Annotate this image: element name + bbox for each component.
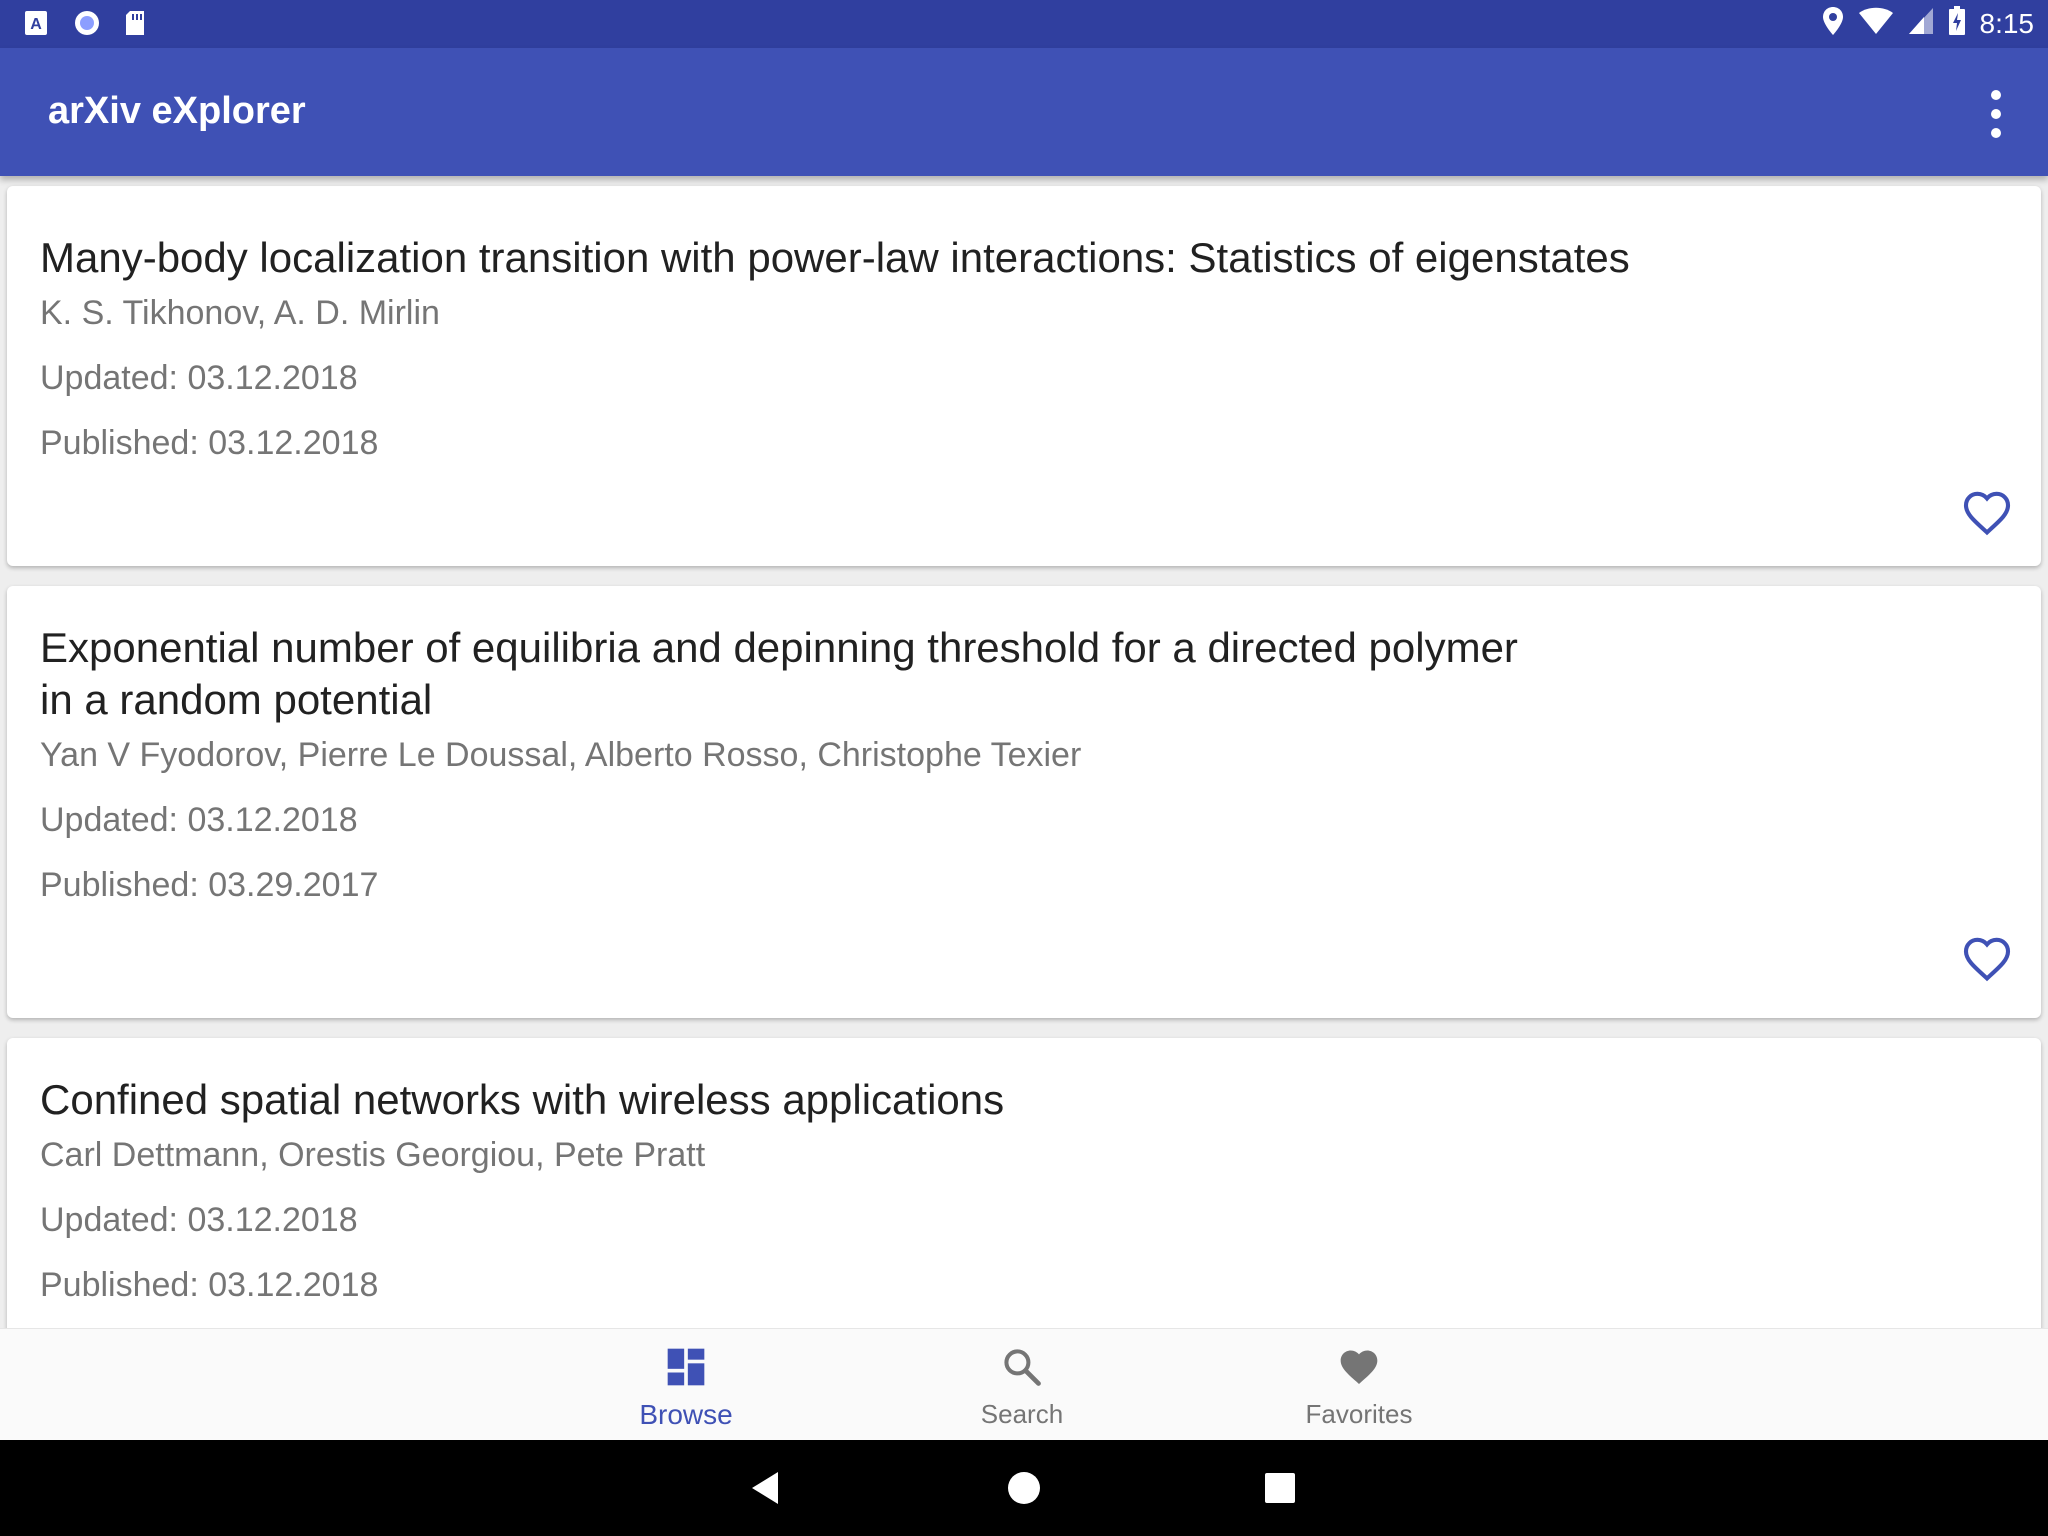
nav-favorites[interactable]: Favorites	[1249, 1329, 1469, 1441]
paper-title: Exponential number of equilibria and dep…	[40, 622, 1740, 726]
paper-card[interactable]: Exponential number of equilibria and dep…	[7, 586, 2041, 1018]
heart-outline-icon	[1963, 491, 2011, 536]
back-icon	[752, 1472, 778, 1504]
screen: A 8:15 arXiv eXplorer Many-body localiza…	[0, 0, 2048, 1536]
status-time: 8:15	[1979, 7, 2035, 39]
paper-authors: K. S. Tikhonov, A. D. Mirlin	[40, 294, 440, 332]
paper-title-line: Exponential number of equilibria and dep…	[40, 624, 1518, 671]
sd-card-icon	[124, 10, 148, 36]
status-left-icons: A	[24, 10, 148, 36]
location-icon	[1822, 6, 1844, 41]
paper-updated: Updated: 03.12.2018	[40, 801, 358, 839]
nav-search-label: Search	[980, 1399, 1064, 1429]
paper-updated: Updated: 03.12.2018	[40, 359, 358, 397]
paper-published: Published: 03.12.2018	[40, 424, 379, 462]
nav-browse-label: Browse	[639, 1399, 733, 1430]
heart-filled-icon	[1340, 1350, 1378, 1385]
paper-published: Published: 03.29.2017	[40, 866, 379, 904]
favorite-button[interactable]	[1961, 934, 2013, 986]
system-navigation-bar	[0, 1440, 2048, 1536]
back-button[interactable]	[744, 1464, 792, 1512]
overflow-dot	[1991, 90, 2001, 100]
heart-outline-icon	[1963, 937, 2011, 982]
nav-favorites-label: Favorites	[1305, 1399, 1413, 1429]
status-right-icons: 8:15	[1822, 6, 2035, 41]
paper-title: Many-body localization transition with p…	[40, 234, 1630, 281]
paper-list[interactable]: Many-body localization transition with p…	[0, 176, 2048, 1328]
svg-text:A: A	[30, 16, 42, 33]
signal-icon	[1908, 7, 1934, 40]
a-notification-icon: A	[24, 10, 48, 36]
bottom-navigation: Browse Search Favorites	[0, 1328, 2048, 1441]
home-icon	[1008, 1472, 1040, 1504]
paper-title-line: in a random potential	[40, 676, 433, 723]
battery-icon	[1948, 6, 1966, 41]
paper-title: Confined spatial networks with wireless …	[40, 1076, 1005, 1123]
overflow-menu-button[interactable]	[1986, 90, 2006, 138]
status-bar: A 8:15	[0, 0, 2048, 48]
favorite-button[interactable]	[1961, 488, 2013, 540]
paper-card[interactable]: Confined spatial networks with wireless …	[7, 1038, 2041, 1328]
nav-search[interactable]: Search	[912, 1329, 1132, 1441]
paper-published: Published: 03.12.2018	[40, 1266, 379, 1304]
paper-card[interactable]: Many-body localization transition with p…	[7, 186, 2041, 566]
paper-authors: Yan V Fyodorov, Pierre Le Doussal, Alber…	[40, 736, 1082, 774]
paper-updated: Updated: 03.12.2018	[40, 1201, 358, 1239]
search-icon	[1004, 1349, 1041, 1386]
app-title: arXiv eXplorer	[48, 90, 306, 132]
dashboard-icon	[667, 1348, 705, 1386]
recents-icon	[1265, 1473, 1295, 1503]
overflow-dot	[1991, 128, 2001, 138]
recents-button[interactable]	[1256, 1464, 1304, 1512]
overflow-dot	[1991, 109, 2001, 119]
wifi-icon	[1858, 7, 1894, 40]
paper-authors: Carl Dettmann, Orestis Georgiou, Pete Pr…	[40, 1136, 706, 1174]
circle-app-icon	[74, 10, 99, 36]
nav-browse[interactable]: Browse	[576, 1329, 796, 1441]
app-bar: arXiv eXplorer	[0, 48, 2048, 176]
home-button[interactable]	[1000, 1464, 1048, 1512]
